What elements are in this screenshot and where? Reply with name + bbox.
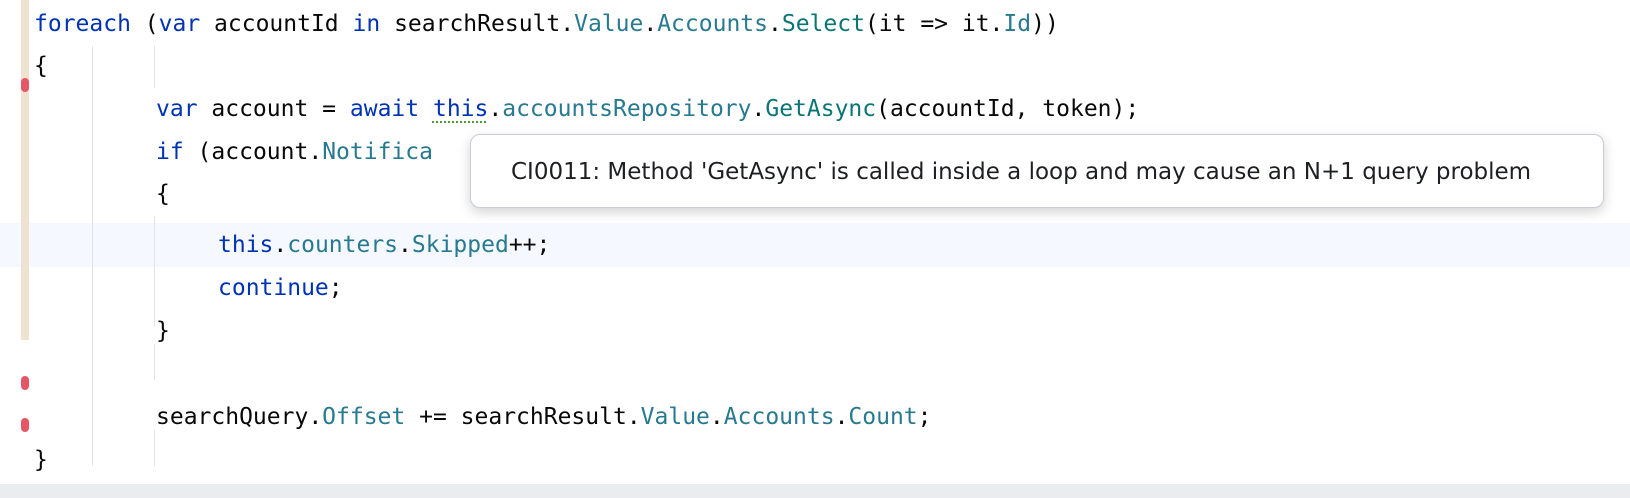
member: Offset [322, 404, 406, 430]
code-text: . [709, 404, 724, 430]
member: Accounts [657, 11, 768, 37]
code-text: (it => it. [864, 11, 1004, 37]
code-text: )) [1031, 11, 1059, 37]
code-line-open-brace[interactable]: { [34, 44, 48, 88]
method-call: Select [781, 11, 865, 37]
code-text: ; [917, 404, 932, 430]
code-line-inner-open-brace[interactable]: { [156, 172, 170, 216]
indent-guide [154, 430, 155, 466]
inspection-tooltip-text: CI0011: Method 'GetAsync' is called insi… [511, 159, 1532, 185]
code-text: . [273, 232, 288, 258]
indent-guide [154, 344, 155, 380]
code-text: searchResult. [380, 11, 575, 37]
code-line-continue[interactable]: continue; [218, 266, 343, 310]
keyword: foreach [34, 11, 131, 37]
keyword: in [352, 11, 381, 37]
error-marker[interactable] [21, 376, 29, 390]
code-text: += searchResult. [405, 404, 641, 430]
code-text: (accountId, token); [876, 96, 1140, 122]
indent-guide [92, 46, 93, 466]
keyword: var [158, 11, 201, 37]
keyword: this [218, 232, 274, 258]
change-stripe [21, 0, 29, 340]
keyword: var [156, 96, 198, 122]
code-text: . [767, 11, 782, 37]
member: Count [848, 404, 918, 430]
code-line-get-account[interactable]: var account = await this.accountsReposit… [156, 87, 1139, 131]
code-text: . [398, 232, 412, 258]
code-text: (account. [183, 139, 323, 165]
code-text: { [156, 181, 170, 207]
code-text: ++; [508, 232, 551, 258]
horizontal-scrollbar[interactable] [0, 484, 1630, 498]
code-text: . [488, 96, 503, 122]
keyword: if [156, 139, 184, 165]
member: counters [287, 232, 399, 258]
code-text: { [34, 53, 48, 79]
inspection-squiggle[interactable]: this [433, 96, 488, 122]
member: Accounts [723, 404, 835, 430]
indent-guide [154, 216, 155, 326]
code-text: accountId [200, 11, 353, 37]
code-line-counter-increment[interactable]: this.counters.Skipped++; [218, 223, 550, 267]
keyword: await [349, 96, 420, 122]
member: accountsRepository [502, 96, 752, 122]
error-marker[interactable] [21, 418, 29, 432]
code-editor[interactable]: foreach (var accountId in searchResult.V… [0, 0, 1630, 484]
member: Skipped [411, 232, 509, 258]
code-text: account = [197, 96, 350, 122]
code-line-inner-close-brace[interactable]: } [156, 309, 170, 353]
code-text: . [751, 96, 766, 122]
member: Notifica [322, 139, 433, 165]
code-text: . [643, 11, 658, 37]
indent-guide [154, 46, 155, 88]
member: Value [574, 11, 644, 37]
code-text: ( [130, 11, 159, 37]
code-line-foreach[interactable]: foreach (var accountId in searchResult.V… [34, 2, 1059, 46]
member: Id [1003, 11, 1032, 37]
code-text: ; [328, 275, 343, 301]
code-text: } [34, 447, 48, 473]
error-marker[interactable] [21, 78, 29, 92]
code-text: } [156, 318, 170, 344]
inspection-tooltip[interactable]: CI0011: Method 'GetAsync' is called insi… [470, 134, 1604, 208]
code-line-if[interactable]: if (account.Notifica [156, 130, 433, 174]
method-call: GetAsync [765, 96, 877, 122]
code-line-offset[interactable]: searchQuery.Offset += searchResult.Value… [156, 395, 932, 439]
code-text: searchQuery. [156, 404, 323, 430]
member: Value [640, 404, 710, 430]
code-line-close-brace[interactable]: } [34, 438, 48, 482]
code-text: . [834, 404, 849, 430]
keyword: continue [218, 275, 329, 301]
